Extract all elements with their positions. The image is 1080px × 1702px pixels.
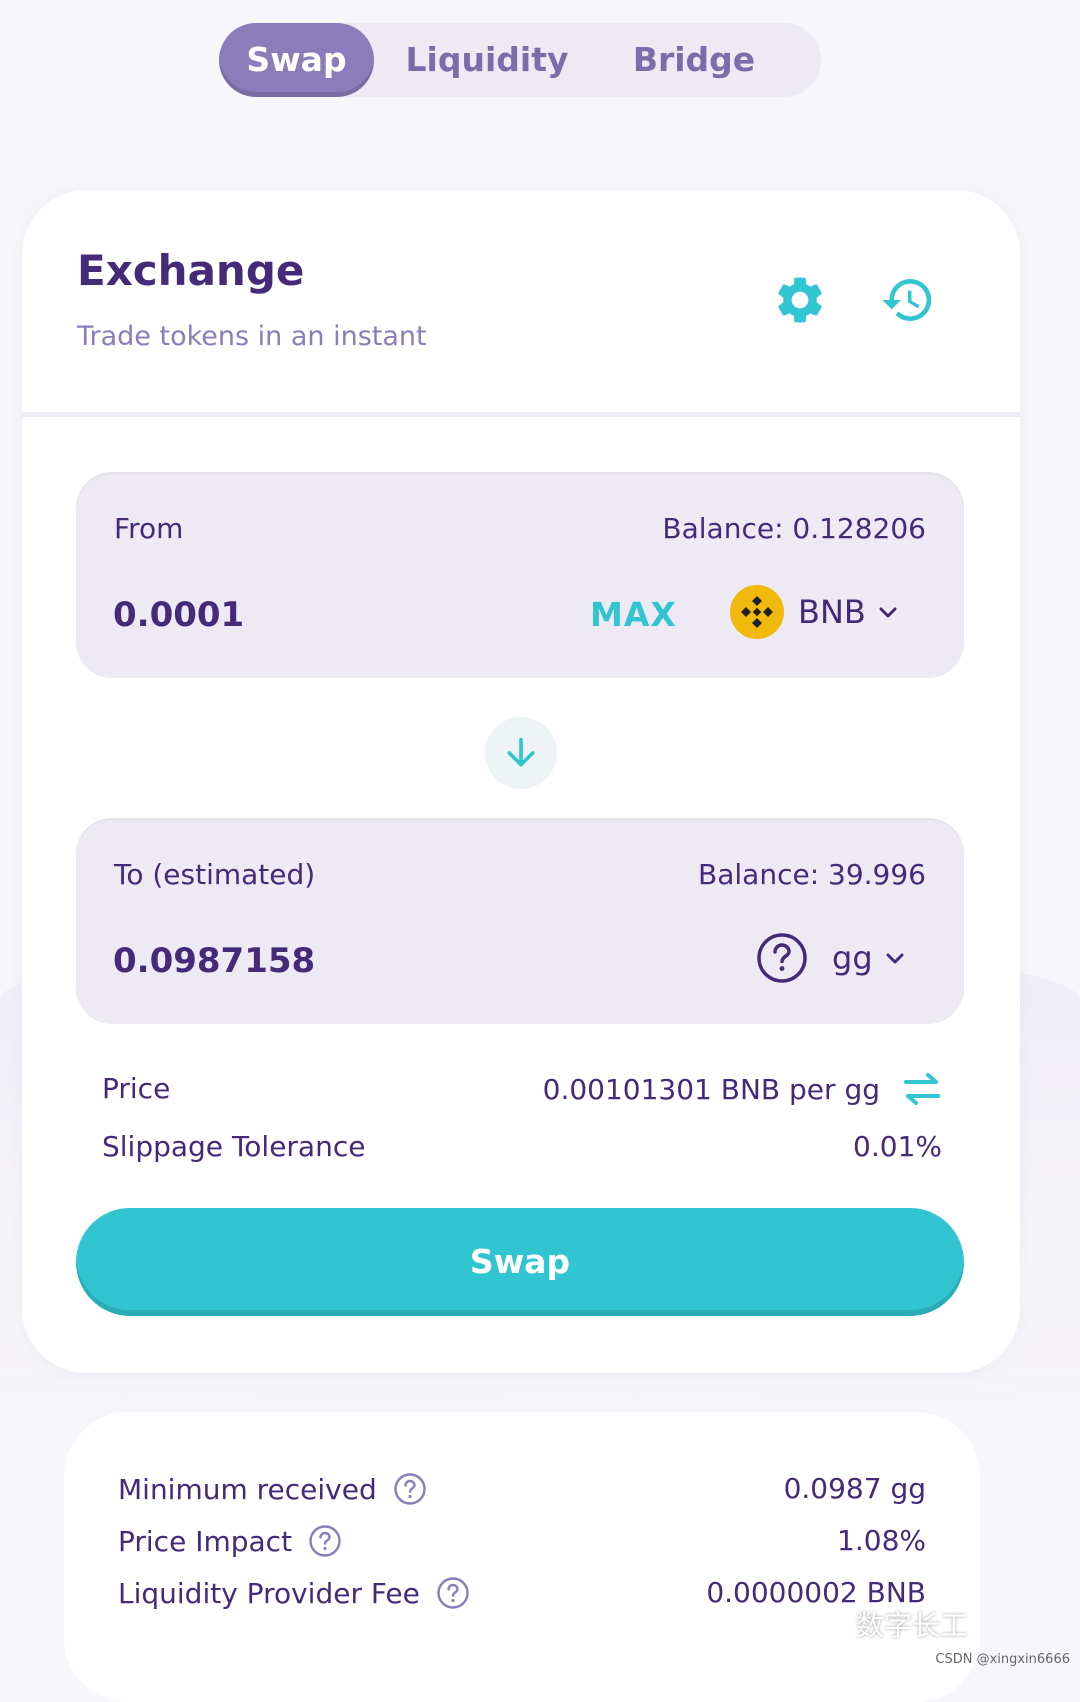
unknown-token-icon [756,932,808,984]
to-panel: To (estimated) Balance: 39.996 gg [76,818,964,1024]
header-divider [22,412,1020,417]
tab-liquidity[interactable]: Liquidity [387,23,587,97]
price-impact-label-group: Price Impact [118,1524,342,1558]
minimum-received-value: 0.0987 gg [783,1472,926,1505]
minimum-received-row: Minimum received 0.0987 gg [118,1472,926,1516]
max-button[interactable]: MAX [590,595,677,634]
lp-fee-label: Liquidity Provider Fee [118,1576,420,1610]
watermark-text: 数字长工 [855,1609,968,1642]
trade-details-card: Minimum received 0.0987 gg Price Impact … [64,1412,980,1702]
question-icon[interactable] [393,1472,427,1506]
from-balance: Balance: 0.128206 [662,512,926,545]
tab-bar: Swap Liquidity Bridge [219,23,821,97]
price-value: 0.00101301 BNB per gg [542,1072,880,1106]
slippage-row: Slippage Tolerance 0.01% [102,1130,942,1170]
minimum-received-label: Minimum received [118,1472,377,1506]
tab-swap[interactable]: Swap [219,23,374,97]
exchange-card: Exchange Trade tokens in an instant From… [22,190,1020,1373]
chevron-down-icon [876,600,900,624]
page-subtitle: Trade tokens in an instant [77,321,427,352]
to-token-symbol: gg [832,939,873,977]
wechat-icon [804,1607,848,1641]
from-label: From [114,512,184,545]
minimum-received-label-group: Minimum received [118,1472,427,1506]
swap-button[interactable]: Swap [76,1208,964,1316]
price-row: Price 0.00101301 BNB per gg [102,1072,942,1112]
from-token-symbol: BNB [798,593,866,631]
to-token-selector[interactable]: gg [756,918,907,998]
to-label: To (estimated) [114,858,316,891]
price-label: Price [102,1072,171,1105]
slippage-value: 0.01% [853,1130,942,1163]
slippage-label: Slippage Tolerance [102,1130,366,1163]
from-token-selector[interactable]: BNB [730,572,900,652]
price-impact-label: Price Impact [118,1524,293,1558]
to-amount-input[interactable] [113,941,513,981]
tab-bridge[interactable]: Bridge [609,23,779,97]
price-impact-row: Price Impact 1.08% [118,1524,926,1568]
switch-direction-button[interactable] [485,717,557,789]
from-amount-input[interactable] [113,595,513,635]
arrow-down-icon [501,733,541,773]
page-title: Exchange [77,246,305,295]
question-icon[interactable] [436,1576,470,1610]
source-watermark: CSDN @xingxin6666 [935,1652,1070,1667]
chevron-down-icon [883,946,907,970]
question-icon[interactable] [308,1524,342,1558]
from-panel: From Balance: 0.128206 MAX BNB [76,472,964,678]
price-value-group: 0.00101301 BNB per gg [543,1072,942,1106]
to-balance: Balance: 39.996 [698,858,926,891]
bnb-logo-icon [730,585,784,639]
lp-fee-label-group: Liquidity Provider Fee [118,1576,470,1610]
price-impact-value: 1.08% [837,1524,926,1557]
history-icon[interactable] [880,272,936,328]
swap-rate-icon[interactable] [902,1072,942,1106]
watermark: 数字长工 [804,1604,968,1644]
gear-icon[interactable] [772,272,828,328]
